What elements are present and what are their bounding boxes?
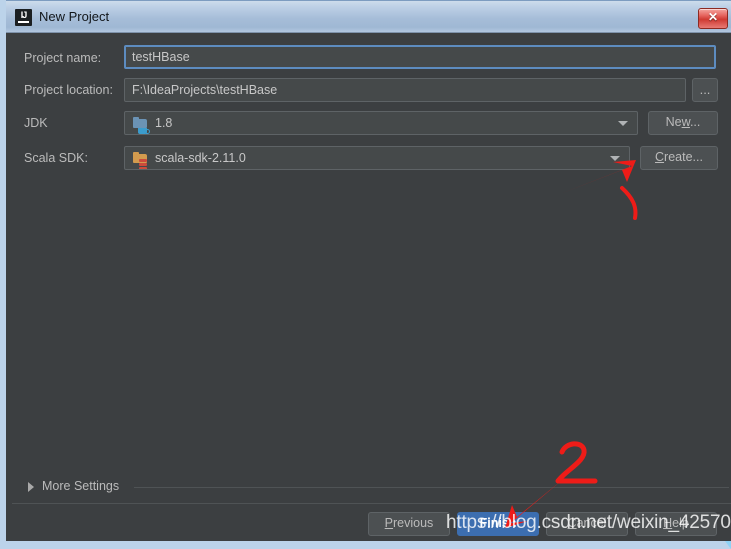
browse-location-button[interactable]: ...	[692, 78, 718, 102]
scala-sdk-value: scala-sdk-2.11.0	[155, 151, 246, 165]
scala-sdk-combo[interactable]: scala-sdk-2.11.0	[124, 146, 630, 170]
new-jdk-button-post: ...	[689, 115, 701, 129]
previous-button-post: revious	[393, 516, 434, 530]
jdk-combo[interactable]: 1.8	[124, 111, 638, 135]
jdk-folder-icon	[133, 117, 150, 134]
close-button[interactable]: ✕	[698, 8, 728, 29]
scala-sdk-folder-icon	[133, 152, 147, 169]
more-settings-label: More Settings	[42, 479, 120, 493]
project-location-label: Project location:	[24, 83, 113, 97]
previous-button-mnemonic: P	[384, 516, 394, 530]
new-jdk-button-mnemonic: w	[681, 115, 690, 129]
more-settings-divider	[134, 487, 729, 488]
scala-sdk-label: Scala SDK:	[24, 151, 88, 165]
dialog-title: New Project	[39, 9, 110, 24]
footer-divider	[12, 503, 731, 504]
new-project-dialog: IJ New Project ✕ Project name: testHBase…	[0, 0, 731, 549]
create-button-post: reate...	[664, 150, 703, 164]
dialog-titlebar[interactable]: IJ New Project ✕	[6, 0, 731, 33]
chevron-right-icon	[28, 482, 34, 492]
close-icon: ✕	[707, 10, 719, 24]
previous-button[interactable]: Previous	[368, 512, 450, 536]
watermark-text: https://blog.csdn.net/weixin_42570350	[446, 512, 731, 533]
chevron-down-icon[interactable]	[618, 121, 628, 126]
project-name-label: Project name:	[24, 51, 102, 65]
create-scala-sdk-button[interactable]: Create...	[640, 146, 718, 170]
create-button-mnemonic: C	[655, 150, 665, 164]
new-jdk-button[interactable]: New...	[648, 111, 718, 135]
jdk-label: JDK	[24, 116, 48, 130]
more-settings-toggle[interactable]: More Settings	[24, 478, 729, 496]
dialog-content: Project name: testHBase Project location…	[12, 33, 731, 541]
jdk-value: 1.8	[155, 116, 173, 130]
intellij-idea-icon: IJ	[15, 9, 32, 26]
new-jdk-button-pre: Ne	[665, 115, 682, 129]
chevron-down-icon[interactable]	[610, 156, 620, 161]
project-name-input[interactable]: testHBase	[124, 45, 716, 69]
project-location-input[interactable]: F:\IdeaProjects\testHBase	[124, 78, 686, 102]
